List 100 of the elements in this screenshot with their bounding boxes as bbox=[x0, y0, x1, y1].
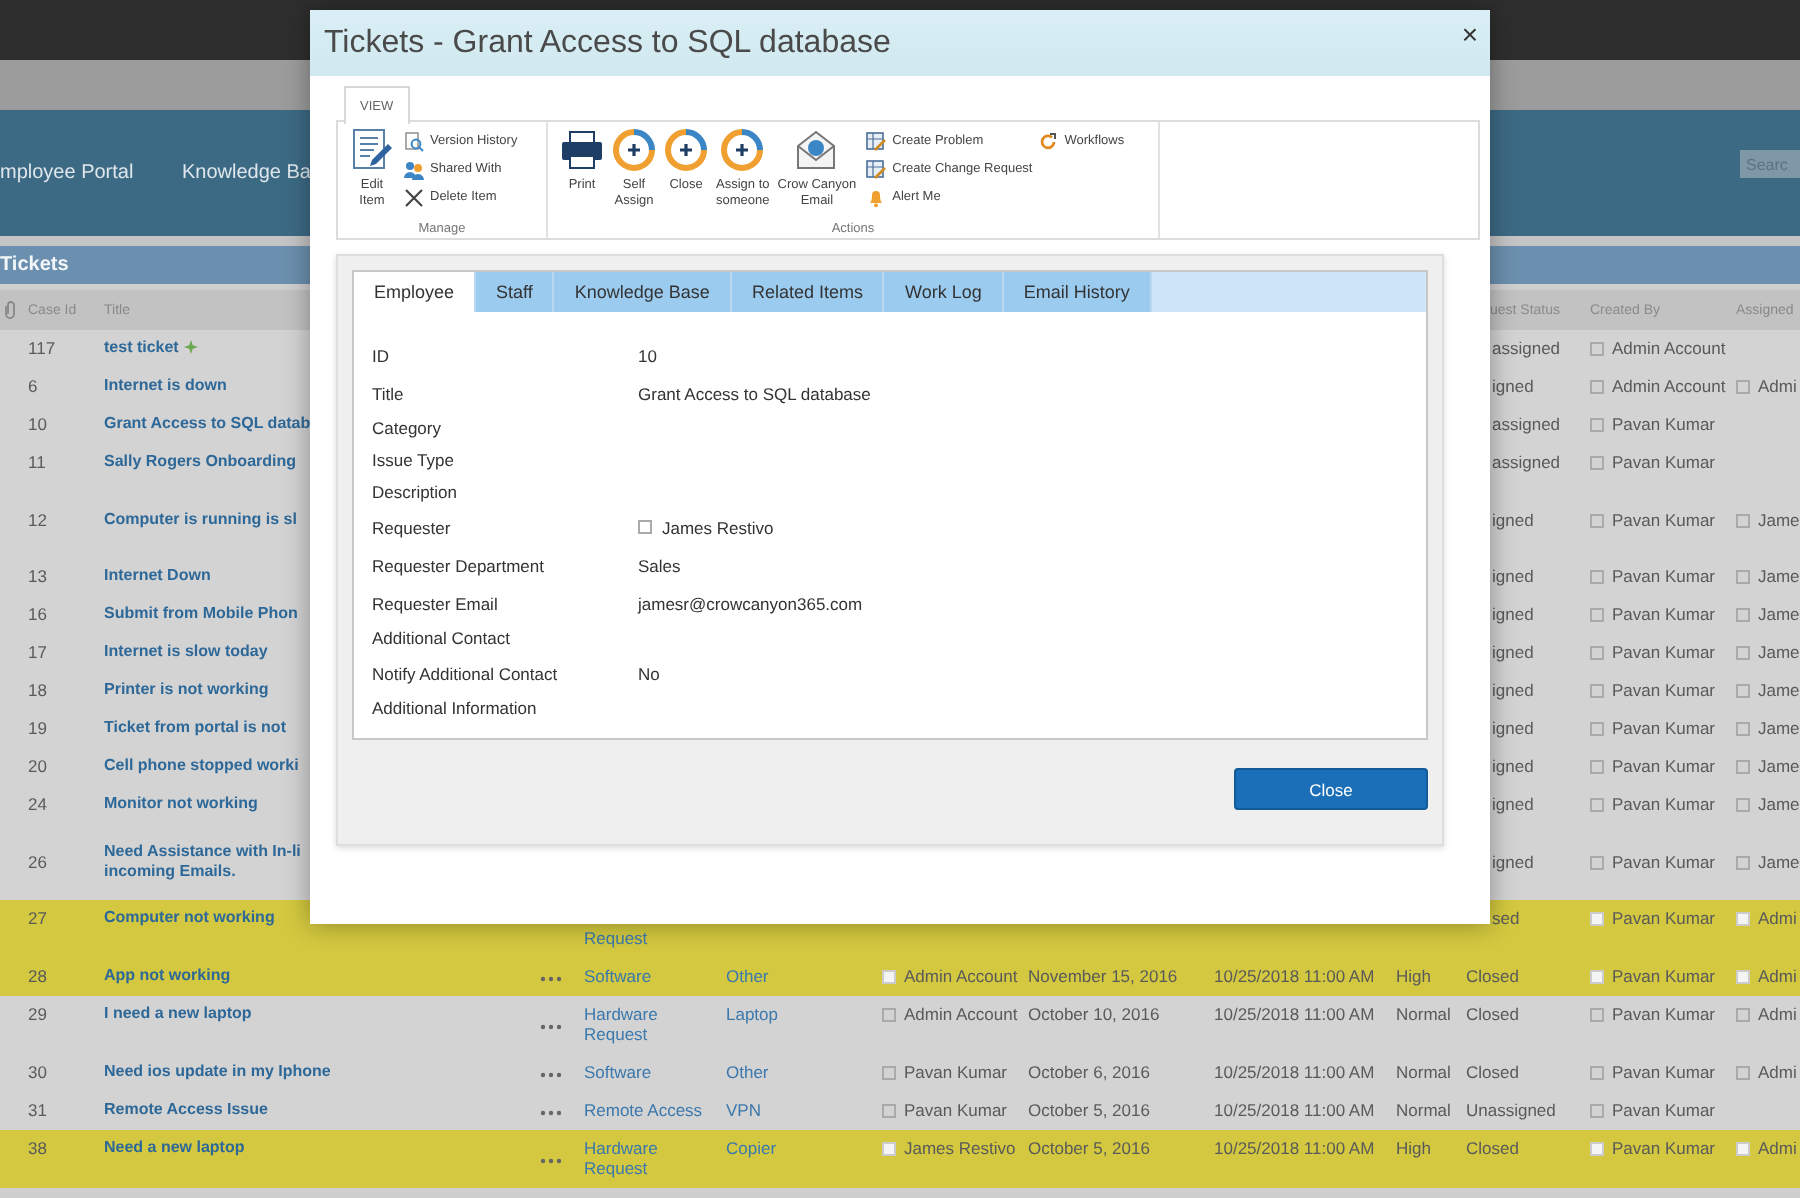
more-icon[interactable] bbox=[540, 976, 562, 982]
requester-name: Pavan Kumar bbox=[904, 1062, 1007, 1082]
nav-link[interactable]: mployee Portal bbox=[0, 162, 182, 184]
field-value: Grant Access to SQL database bbox=[638, 383, 871, 403]
table-pencil-icon bbox=[866, 159, 887, 178]
category-link[interactable]: Software bbox=[584, 966, 652, 986]
ticket-title-link[interactable]: Submit from Mobile Phon bbox=[104, 604, 298, 624]
status-text: Unassigned bbox=[1466, 1100, 1556, 1120]
form-tab[interactable]: Email History bbox=[1003, 272, 1152, 312]
priority-text: Normal bbox=[1396, 1100, 1451, 1120]
ticket-title-link[interactable]: Sally Rogers Onboarding bbox=[104, 452, 297, 472]
presence-icon bbox=[1736, 970, 1750, 984]
ticket-title-link[interactable]: Need a new laptop bbox=[104, 1138, 245, 1158]
category-link[interactable]: Hardware Request bbox=[584, 1004, 714, 1044]
ticket-title-link[interactable]: Remote Access Issue bbox=[104, 1100, 268, 1120]
envelope-icon bbox=[797, 130, 836, 169]
subcategory-link[interactable]: Copier bbox=[726, 1138, 777, 1158]
created-by-name: Pavan Kumar bbox=[1612, 794, 1715, 814]
subcategory-link[interactable]: Other bbox=[726, 966, 769, 986]
assigned-to-name: Jame bbox=[1758, 680, 1800, 700]
more-icon[interactable] bbox=[540, 1072, 562, 1078]
presence-icon bbox=[1590, 722, 1604, 736]
created-by-name: Pavan Kumar bbox=[1612, 414, 1715, 434]
ticket-title-link[interactable]: Computer is running is sl bbox=[104, 509, 297, 529]
ticket-title-link[interactable]: Ticket from portal is not bbox=[104, 718, 286, 738]
assigned-to-name: Jame bbox=[1758, 509, 1800, 529]
field-value: No bbox=[638, 663, 660, 683]
status-text: assigned bbox=[1490, 338, 1561, 358]
field-value: 10 bbox=[638, 345, 657, 365]
due-date-text: 10/25/2018 11:00 AM bbox=[1214, 1138, 1375, 1158]
ticket-title-link[interactable]: test ticket bbox=[104, 338, 179, 358]
presence-icon bbox=[1736, 514, 1750, 528]
more-icon[interactable] bbox=[540, 1158, 562, 1164]
ticket-title-link[interactable]: Computer not working bbox=[104, 908, 275, 928]
category-link[interactable]: Request bbox=[584, 928, 648, 948]
status-text: igned bbox=[1490, 604, 1534, 624]
ticket-title-link[interactable]: Internet is down bbox=[104, 376, 227, 396]
requester-name: James Restivo bbox=[904, 1138, 1016, 1158]
ticket-title-link[interactable]: Internet is slow today bbox=[104, 642, 268, 662]
created-by-name: Pavan Kumar bbox=[1612, 1138, 1715, 1158]
priority-text: Normal bbox=[1396, 1004, 1451, 1024]
presence-icon bbox=[1736, 1142, 1750, 1156]
status-text: igned bbox=[1490, 566, 1534, 586]
more-icon[interactable] bbox=[540, 1024, 562, 1030]
priority-text: High bbox=[1396, 966, 1431, 986]
case-id: 20 bbox=[28, 756, 47, 776]
circle-plus-icon bbox=[613, 129, 655, 171]
category-link[interactable]: Software bbox=[584, 1062, 652, 1082]
field-label: Additional Contact bbox=[372, 628, 512, 648]
ticket-title-link[interactable]: Need Assistance with In-li incoming Emails. bbox=[104, 841, 301, 881]
assigned-to-name: Admi bbox=[1758, 1138, 1797, 1158]
created-by-name: Pavan Kumar bbox=[1612, 509, 1715, 529]
status-text: igned bbox=[1490, 642, 1534, 662]
subcategory-link[interactable]: Laptop bbox=[726, 1004, 778, 1024]
circular-arrow-icon bbox=[1041, 132, 1057, 149]
ticket-title-link[interactable]: Internet Down bbox=[104, 566, 211, 586]
created-by-name: Pavan Kumar bbox=[1612, 680, 1715, 700]
ticket-title-link[interactable]: Monitor not working bbox=[104, 794, 258, 814]
field-label: Requester Department bbox=[372, 555, 546, 575]
ticket-title-link[interactable]: I need a new laptop bbox=[104, 1004, 252, 1024]
presence-icon bbox=[1590, 608, 1604, 622]
presence-icon bbox=[1590, 856, 1604, 870]
date-text: November 15, 2016 bbox=[1028, 966, 1178, 986]
status-text: Closed bbox=[1466, 966, 1519, 986]
category-link[interactable]: Remote Access bbox=[584, 1100, 703, 1120]
subcategory-link[interactable]: Other bbox=[726, 1062, 769, 1082]
ticket-title-link[interactable]: Grant Access to SQL datab bbox=[104, 414, 311, 434]
ticket-title-link[interactable]: Printer is not working bbox=[104, 680, 269, 700]
close-button[interactable]: Close bbox=[1234, 768, 1428, 810]
subcategory-link[interactable]: VPN bbox=[726, 1100, 761, 1120]
form-tab[interactable]: Related Items bbox=[731, 272, 885, 312]
more-icon[interactable] bbox=[540, 1110, 562, 1116]
field-label: Issue Type bbox=[372, 450, 456, 470]
presence-icon bbox=[1590, 514, 1604, 528]
created-by-name: Pavan Kumar bbox=[1612, 1062, 1715, 1082]
ticket-title-link[interactable]: Cell phone stopped worki bbox=[104, 756, 299, 776]
table-pencil-icon bbox=[866, 131, 887, 150]
form-tab[interactable]: Employee bbox=[354, 272, 477, 312]
presence-icon bbox=[1736, 722, 1750, 736]
presence-icon bbox=[882, 1104, 896, 1118]
form-tab[interactable]: Staff bbox=[476, 272, 555, 312]
category-link[interactable]: Hardware Request bbox=[584, 1138, 714, 1178]
ticket-title-link[interactable]: Need ios update in my Iphone bbox=[104, 1062, 331, 1082]
case-id: 38 bbox=[28, 1138, 47, 1158]
status-text: igned bbox=[1490, 756, 1534, 776]
presence-icon bbox=[1590, 342, 1604, 356]
date-text: October 5, 2016 bbox=[1028, 1100, 1150, 1120]
case-id: 30 bbox=[28, 1062, 47, 1082]
due-date-text: 10/25/2018 11:00 AM bbox=[1214, 1004, 1375, 1024]
due-date-text: 10/25/2018 11:00 AM bbox=[1214, 1100, 1375, 1120]
paperclip-icon bbox=[4, 300, 16, 320]
nav-link[interactable]: Knowledge Ba bbox=[182, 162, 311, 184]
case-id: 26 bbox=[28, 851, 47, 871]
ticket-title-link[interactable]: App not working bbox=[104, 966, 231, 986]
form-tab[interactable]: Knowledge Base bbox=[554, 272, 732, 312]
date-text: October 6, 2016 bbox=[1028, 1062, 1150, 1082]
close-button[interactable]: × bbox=[1453, 19, 1486, 47]
status-text: sed bbox=[1490, 908, 1520, 928]
assigned-to-name: Jame bbox=[1758, 851, 1800, 871]
form-tab[interactable]: Work Log bbox=[884, 272, 1004, 312]
